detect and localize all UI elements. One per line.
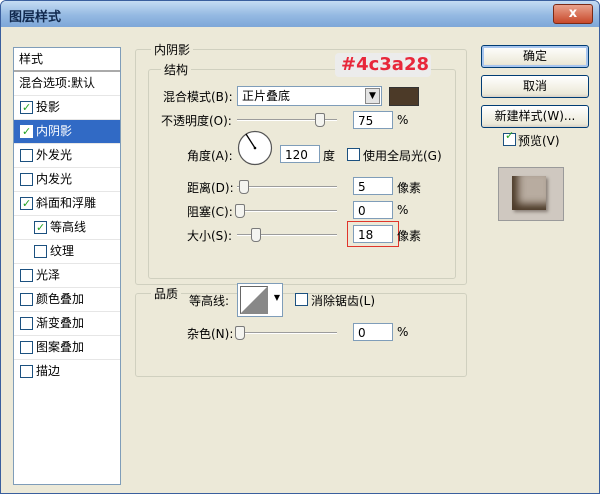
style-item-label: 描边 [36, 364, 61, 378]
shadow-color-swatch[interactable] [389, 87, 419, 106]
distance-input[interactable]: 5 [353, 177, 393, 195]
size-slider-thumb[interactable] [251, 228, 261, 242]
noise-input[interactable]: 0 [353, 323, 393, 341]
close-button[interactable]: x [553, 4, 593, 24]
structure-title: 结构 [161, 61, 192, 78]
style-item-checkbox[interactable] [20, 317, 33, 330]
style-item-checkbox[interactable] [34, 216, 47, 239]
preview-label[interactable]: 预览(V) [518, 132, 560, 149]
style-item-checkbox[interactable] [20, 192, 33, 215]
noise-slider-thumb[interactable] [235, 326, 245, 340]
opacity-unit: % [397, 113, 409, 127]
size-highlight-box [347, 221, 399, 247]
ok-button[interactable]: 确定 [481, 45, 589, 68]
inner-shadow-title: 内阴影 [151, 41, 194, 58]
chevron-down-icon[interactable]: ▼ [365, 88, 380, 104]
style-item-label: 斜面和浮雕 [36, 196, 97, 210]
blending-options-item[interactable]: 混合选项:默认 [14, 71, 120, 95]
angle-unit: 度 [323, 149, 336, 163]
style-item[interactable]: 纹理 [14, 239, 120, 263]
style-item-checkbox[interactable] [20, 293, 33, 306]
noise-unit: % [397, 325, 409, 339]
opacity-input[interactable]: 75 [353, 111, 393, 129]
choke-input[interactable]: 0 [353, 201, 393, 219]
style-item-label: 光泽 [36, 268, 61, 282]
style-item[interactable]: 颜色叠加 [14, 287, 120, 311]
style-item-label: 内阴影 [36, 124, 73, 138]
anti-alias-label[interactable]: 消除锯齿(L) [311, 292, 375, 309]
style-item-checkbox[interactable] [20, 365, 33, 378]
angle-input[interactable]: 120 [280, 145, 320, 163]
style-item-label: 渐变叠加 [36, 316, 85, 330]
style-item-checkbox[interactable] [20, 269, 33, 282]
style-item[interactable]: 内发光 [14, 167, 120, 191]
style-item[interactable]: 渐变叠加 [14, 311, 120, 335]
opacity-slider-thumb[interactable] [315, 113, 325, 127]
style-item-label: 等高线 [50, 220, 87, 234]
style-item-label: 投影 [36, 100, 61, 114]
quality-title: 品质 [151, 285, 182, 302]
style-item-label: 纹理 [50, 244, 75, 258]
new-style-button[interactable]: 新建样式(W)... [481, 105, 589, 128]
choke-slider-thumb[interactable] [235, 204, 245, 218]
blend-mode-value: 正片叠底 [242, 89, 291, 103]
global-light-checkbox[interactable] [347, 148, 360, 161]
color-annotation-box: #4c3a28 [335, 53, 431, 77]
size-unit: 像素 [397, 229, 422, 243]
style-item-label: 内发光 [36, 172, 73, 186]
global-light-label[interactable]: 使用全局光(G) [363, 147, 442, 164]
size-label: 大小(S): [187, 229, 233, 243]
style-item-label: 外发光 [36, 148, 73, 162]
style-item-checkbox[interactable] [20, 173, 33, 186]
choke-label: 阻塞(C): [187, 205, 233, 219]
distance-slider-thumb[interactable] [239, 180, 249, 194]
choke-slider-track[interactable] [237, 210, 337, 212]
distance-unit: 像素 [397, 181, 422, 195]
style-item[interactable]: 图案叠加 [14, 335, 120, 359]
style-item[interactable]: 外发光 [14, 143, 120, 167]
preview-checkbox[interactable] [503, 129, 516, 146]
blend-mode-label: 混合模式(B): [163, 90, 233, 104]
window-title: 图层样式 [9, 10, 62, 25]
style-item-checkbox[interactable] [20, 120, 33, 143]
chevron-down-icon[interactable]: ▼ [274, 293, 280, 302]
preview-swatch [512, 176, 546, 210]
style-item[interactable]: 斜面和浮雕 [14, 191, 120, 215]
style-list-header[interactable]: 样式 [14, 48, 120, 71]
style-item[interactable]: 描边 [14, 359, 120, 383]
style-list: 样式 混合选项:默认 投影内阴影外发光内发光斜面和浮雕等高线纹理光泽颜色叠加渐变… [13, 47, 121, 485]
contour-label: 等高线: [189, 294, 230, 308]
style-item[interactable]: 内阴影 [14, 119, 120, 143]
blend-mode-select[interactable]: 正片叠底 ▼ [237, 86, 382, 106]
angle-dial[interactable] [237, 130, 273, 166]
noise-label: 杂色(N): [187, 327, 234, 341]
style-item-checkbox[interactable] [20, 149, 33, 162]
title-bar[interactable]: 图层样式 x [1, 1, 599, 27]
distance-label: 距离(D): [187, 181, 234, 195]
style-preview-thumbnail [498, 167, 564, 221]
cancel-button[interactable]: 取消 [481, 75, 589, 98]
anti-alias-checkbox[interactable] [295, 293, 308, 306]
style-item-checkbox[interactable] [20, 96, 33, 119]
style-item-checkbox[interactable] [34, 245, 47, 258]
style-item-label: 图案叠加 [36, 340, 85, 354]
dialog-client: 样式 混合选项:默认 投影内阴影外发光内发光斜面和浮雕等高线纹理光泽颜色叠加渐变… [1, 27, 599, 493]
style-item[interactable]: 光泽 [14, 263, 120, 287]
choke-unit: % [397, 203, 409, 217]
layer-style-dialog: 图层样式 x 样式 混合选项:默认 投影内阴影外发光内发光斜面和浮雕等高线纹理光… [0, 0, 600, 494]
contour-picker[interactable]: ▼ [237, 283, 283, 317]
style-item-label: 颜色叠加 [36, 292, 85, 306]
opacity-label: 不透明度(O): [161, 114, 232, 128]
color-annotation-text: #4c3a28 [341, 54, 429, 75]
style-item[interactable]: 投影 [14, 95, 120, 119]
angle-label: 角度(A): [187, 149, 233, 163]
distance-slider-track[interactable] [237, 186, 337, 188]
noise-slider-track[interactable] [237, 332, 337, 334]
style-item[interactable]: 等高线 [14, 215, 120, 239]
style-item-checkbox[interactable] [20, 341, 33, 354]
